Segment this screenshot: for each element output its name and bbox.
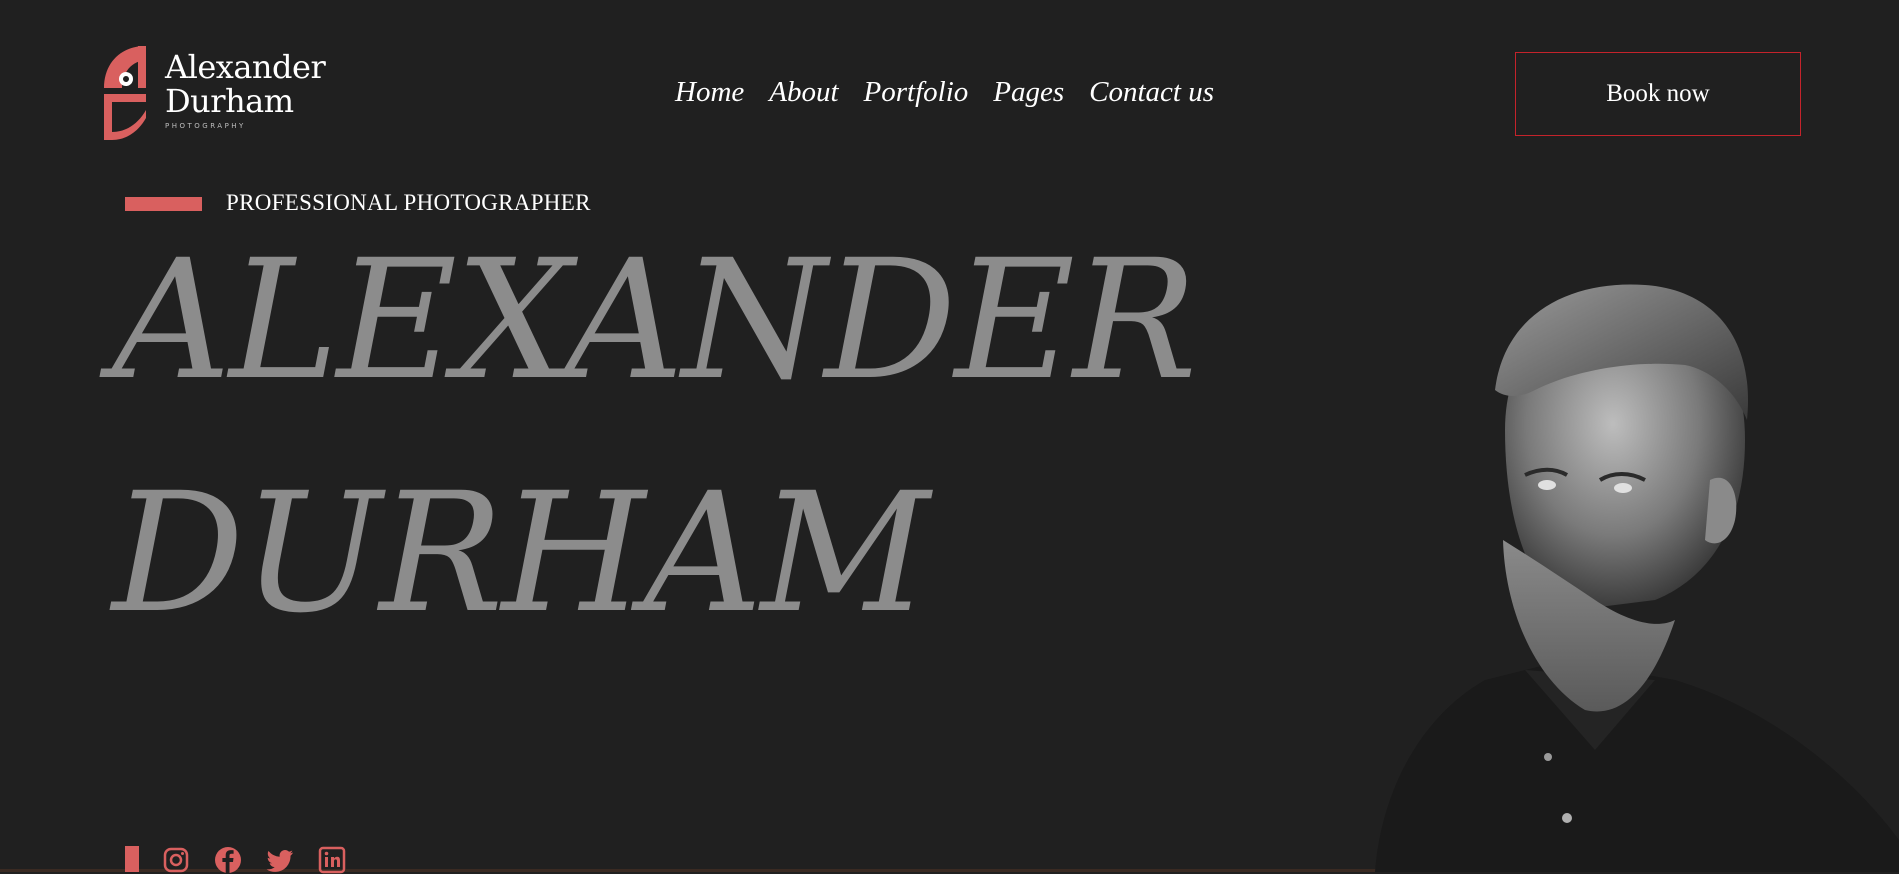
site-logo[interactable]: Alexander Durham PHOTOGRAPHY [100, 44, 326, 142]
social-links [125, 846, 346, 874]
book-now-button[interactable]: Book now [1515, 52, 1801, 136]
main-nav: Home About Portfolio Pages Contact us [675, 76, 1214, 109]
instagram-icon[interactable] [162, 846, 190, 874]
nav-contact[interactable]: Contact us [1089, 76, 1214, 109]
twitter-icon[interactable] [266, 846, 294, 874]
hero-tagline: PROFESSIONAL PHOTOGRAPHER [226, 190, 591, 215]
logo-mark-icon [104, 46, 146, 140]
nav-portfolio[interactable]: Portfolio [864, 76, 969, 109]
linkedin-icon[interactable] [318, 846, 346, 874]
logo-name-line2: Durham [165, 82, 294, 120]
nav-home[interactable]: Home [675, 76, 744, 109]
nav-about[interactable]: About [769, 76, 838, 109]
social-accent-bar [125, 846, 139, 872]
nav-pages[interactable]: Pages [993, 76, 1064, 109]
tagline-accent-bar [125, 197, 202, 211]
photographer-portrait [1375, 284, 1899, 872]
hero-name-line1: ALEXANDER [112, 224, 1197, 416]
logo-name-line1: Alexander [165, 48, 326, 86]
facebook-icon[interactable] [214, 846, 242, 874]
hero-name-line2: DURHAM [112, 457, 930, 649]
logo-subtitle: PHOTOGRAPHY [165, 122, 246, 130]
